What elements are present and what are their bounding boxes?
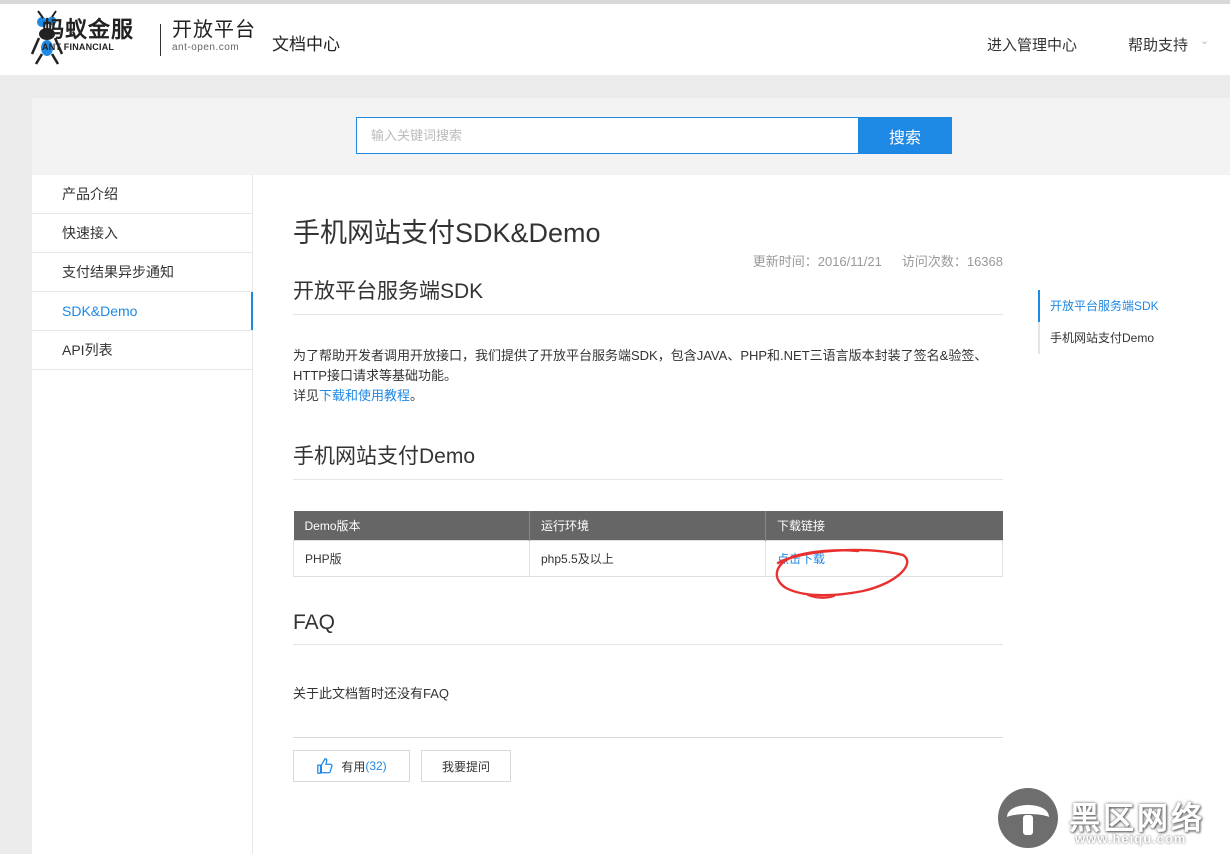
section-title-demo: 手机网站支付Demo (293, 440, 1003, 480)
section-title-sdk: 开放平台服务端SDK (293, 275, 1003, 315)
cell-env: php5.5及以上 (529, 539, 766, 577)
table-header-row: Demo版本 运行环境 下载链接 (293, 511, 1003, 540)
sidebar-item-sdk-demo[interactable]: SDK&Demo (32, 292, 253, 331)
useful-label: 有用 (341, 759, 366, 774)
th-version: Demo版本 (293, 511, 530, 540)
demo-table: Demo版本 运行环境 下载链接 PHP版 php5.5及以上 点击下载 (293, 511, 1003, 577)
chevron-down-icon[interactable]: ⌄ (1200, 34, 1209, 47)
th-env: 运行环境 (529, 511, 766, 540)
sidebar-item-product-intro[interactable]: 产品介绍 (32, 175, 252, 214)
mushroom-logo-icon (998, 788, 1058, 848)
nav-help-support[interactable]: 帮助支持 (1128, 34, 1188, 55)
sidebar-item-quick-start[interactable]: 快速接入 (32, 214, 252, 253)
table-row: PHP版 php5.5及以上 点击下载 (293, 539, 1003, 577)
cell-version: PHP版 (293, 539, 530, 577)
search-button[interactable]: 搜索 (858, 117, 952, 154)
faq-text: 关于此文档暂时还没有FAQ (293, 686, 450, 701)
logo-subtext: ANT FINANCIAL (42, 42, 115, 52)
main-panel: 搜索 产品介绍 快速接入 支付结果异步通知 SDK&Demo API列表 手机网… (32, 98, 1230, 854)
section-title-faq: FAQ (293, 611, 1003, 645)
toc-item-sdk[interactable]: 开放平台服务端SDK (1038, 290, 1159, 322)
search-band: 搜索 (32, 98, 1230, 175)
download-link[interactable]: 点击下载 (777, 552, 825, 566)
see-label: 详见 (293, 388, 320, 403)
doc-meta: 更新时间：2016/11/21 访问次数：16368 (733, 251, 1003, 270)
sdk-description: 为了帮助开发者调用开放接口，我们提供了开放平台服务端SDK，包含JAVA、PHP… (293, 348, 988, 383)
platform-title: 开放平台 (172, 19, 256, 41)
download-tutorial-link[interactable]: 下载和使用教程 (319, 388, 410, 403)
nav-manage-center[interactable]: 进入管理中心 (987, 34, 1077, 55)
doc-center-link[interactable]: 文档中心 (272, 30, 340, 55)
th-download: 下载链接 (765, 511, 1003, 540)
sidebar: 产品介绍 快速接入 支付结果异步通知 SDK&Demo API列表 (32, 175, 253, 854)
logo-divider (160, 24, 161, 56)
table-of-contents: 开放平台服务端SDK 手机网站支付Demo (1038, 290, 1159, 354)
platform-link[interactable]: 开放平台 ant-open.com (172, 18, 256, 54)
toc-item-demo[interactable]: 手机网站支付Demo (1040, 322, 1159, 354)
ask-question-button[interactable]: 我要提问 (421, 750, 511, 782)
top-header: 蚂蚁金服 ANT FINANCIAL 开放平台 ant-open.com 文档中… (0, 0, 1230, 75)
platform-domain: ant-open.com (172, 42, 240, 53)
content-divider (293, 737, 1003, 738)
visit-count: 访问次数：16368 (901, 254, 1003, 269)
update-time: 更新时间：2016/11/21 (752, 254, 882, 269)
site-watermark: 黑区网络 www.heiqu.com (995, 785, 1225, 851)
period: 。 (410, 388, 424, 403)
cell-download: 点击下载 (765, 539, 1003, 577)
sidebar-item-api-list[interactable]: API列表 (32, 331, 252, 370)
sidebar-item-async-notify[interactable]: 支付结果异步通知 (32, 253, 252, 292)
search-input[interactable] (356, 117, 860, 154)
watermark-url: www.heiqu.com (1075, 831, 1187, 846)
thumbs-up-icon (317, 758, 333, 774)
useful-count: (32) (365, 759, 387, 773)
page-title: 手机网站支付SDK&Demo (293, 218, 601, 248)
section-text-sdk: 为了帮助开发者调用开放接口，我们提供了开放平台服务端SDK，包含JAVA、PHP… (293, 346, 1003, 406)
logo-text: 蚂蚁金服 (42, 17, 135, 42)
useful-button[interactable]: 有用 (32) (293, 750, 410, 782)
